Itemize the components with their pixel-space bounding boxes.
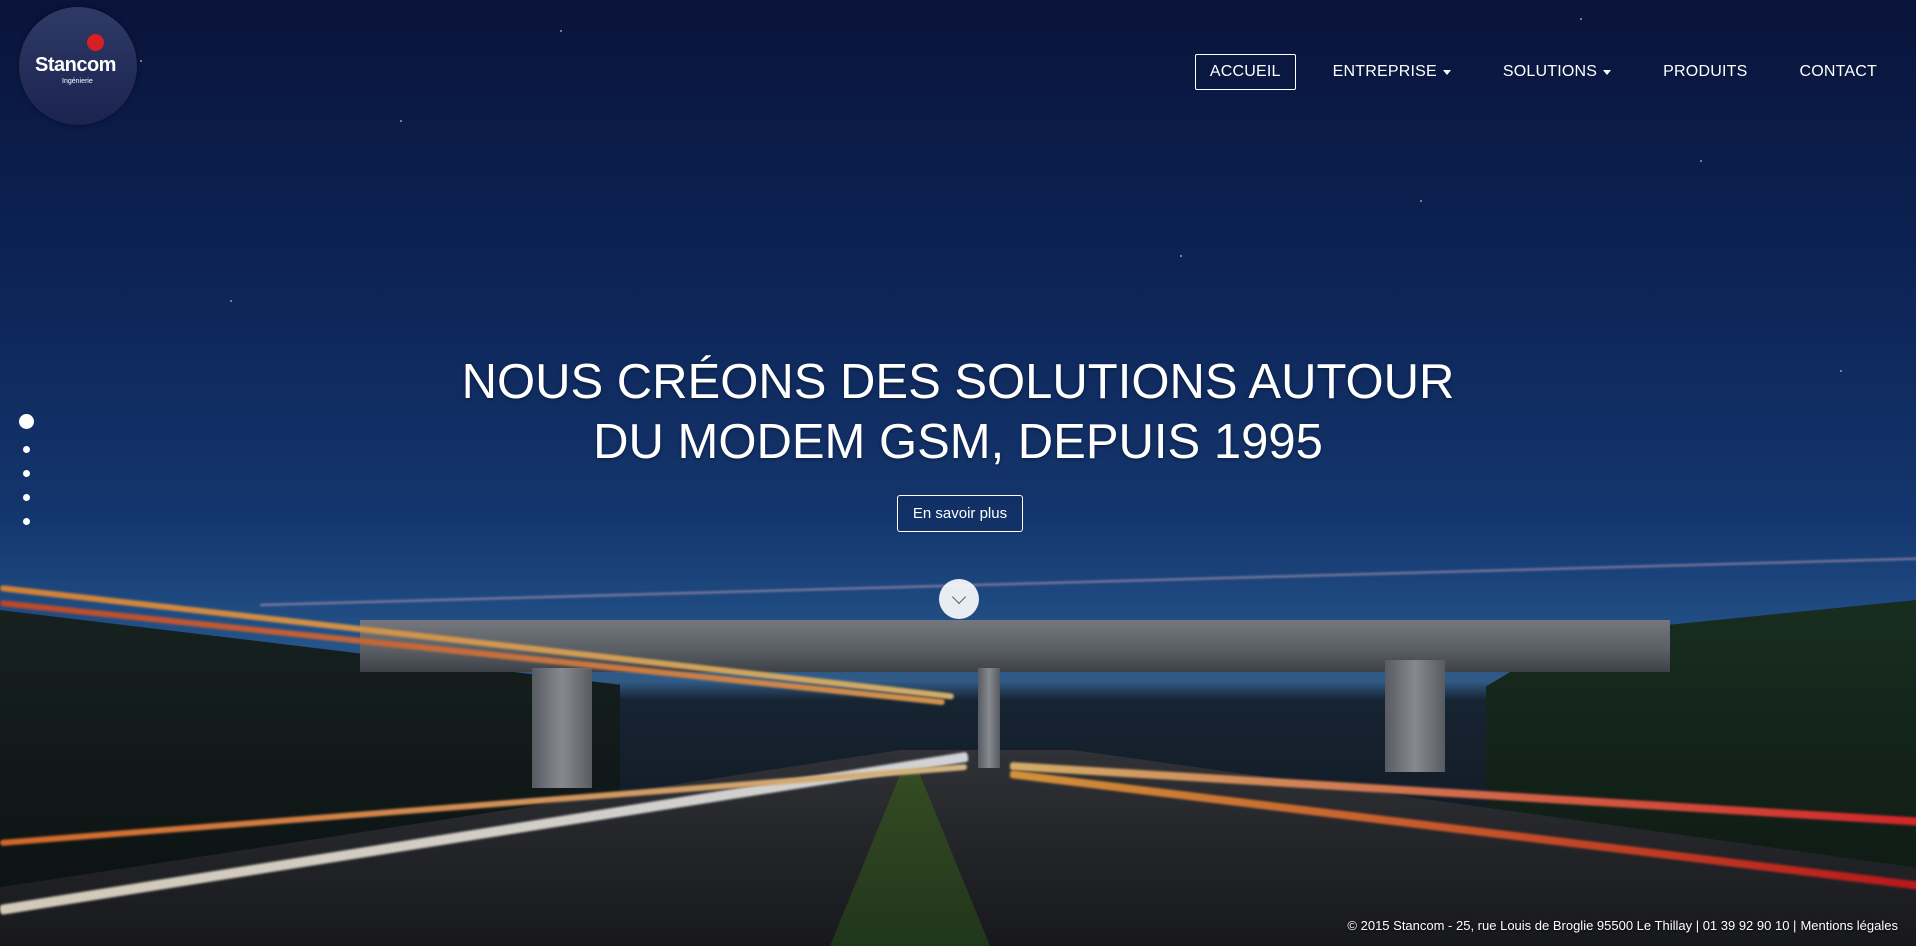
footer: © 2015 Stancom - 25, rue Louis de Brogli… [1347,918,1898,933]
caret-down-icon [1442,69,1451,75]
main-nav: ACCUEIL ENTREPRISE SOLUTIONS PRODUITS CO… [1194,54,1892,90]
hero-headline: NOUS CRÉONS DES SOLUTIONS AUTOUR DU MODE… [0,352,1916,472]
legal-notice-link[interactable]: Mentions légales [1800,918,1898,933]
logo-tagline: Ingénierie [62,78,93,85]
nav-item-label: CONTACT [1799,63,1877,80]
caret-down-icon [1603,69,1612,75]
slider-dot-1[interactable] [18,414,34,429]
nav-item-accueil[interactable]: ACCUEIL [1194,54,1296,90]
nav-item-entreprise[interactable]: ENTREPRISE [1318,54,1466,90]
slider-pagination [18,414,34,525]
nav-item-label: ACCUEIL [1209,63,1281,80]
hero-headline-line2: DU MODEM GSM, DEPUIS 1995 [593,415,1323,469]
nav-item-solutions[interactable]: SOLUTIONS [1488,54,1626,90]
nav-item-produits[interactable]: PRODUITS [1648,54,1762,90]
nav-item-contact[interactable]: CONTACT [1784,54,1892,90]
slider-dot-4[interactable] [22,494,30,501]
hero-headline-line1: NOUS CRÉONS DES SOLUTIONS AUTOUR [461,355,1455,409]
footer-text: © 2015 Stancom - 25, rue Louis de Brogli… [1347,918,1797,933]
slider-dot-2[interactable] [22,446,30,453]
stancom-logo[interactable]: Stancom Ingénierie [19,7,137,125]
hero-background [0,0,1916,946]
slider-dot-3[interactable] [22,470,30,477]
nav-item-label: PRODUITS [1663,63,1748,80]
slider-dot-5[interactable] [22,518,30,525]
logo-red-dot [87,34,104,51]
hero-overlay [0,0,1916,946]
nav-item-label: ENTREPRISE [1332,63,1437,80]
nav-item-label: SOLUTIONS [1502,63,1598,80]
learn-more-button[interactable]: En savoir plus [897,495,1023,532]
chevron-down-icon [951,589,967,605]
logo-wordmark: Stancom [35,54,116,76]
scroll-down-button[interactable] [939,579,979,619]
